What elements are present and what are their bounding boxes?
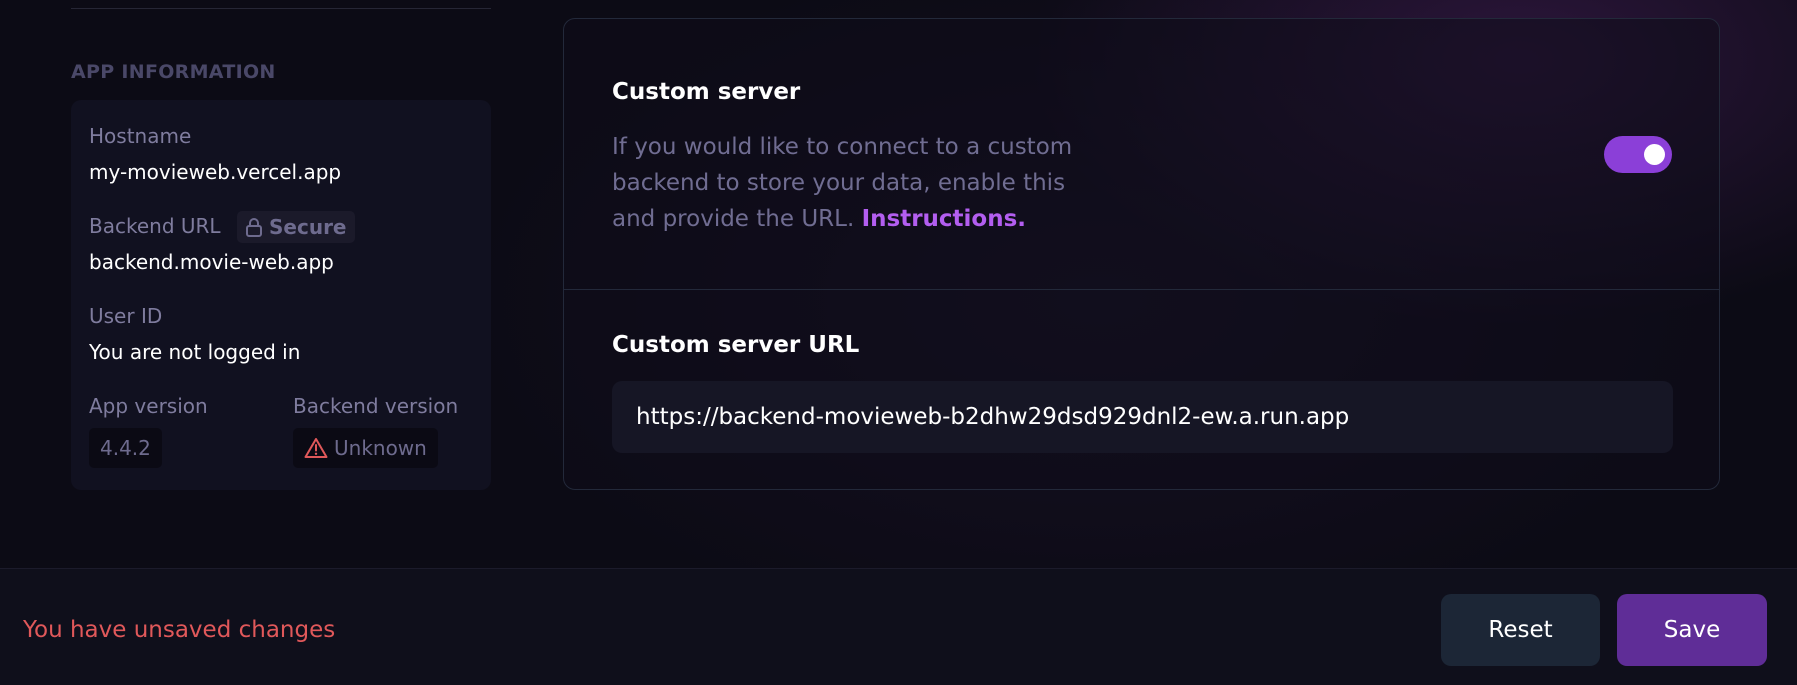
instructions-link[interactable]: Instructions. xyxy=(862,206,1026,232)
backend-url-label: Backend URL xyxy=(89,214,221,238)
reset-button[interactable]: Reset xyxy=(1441,594,1600,666)
backend-url-value: backend.movie-web.app xyxy=(89,250,334,274)
app-version-label: App version xyxy=(89,394,208,418)
app-information-card: Hostname my-movieweb.vercel.app Backend … xyxy=(71,100,491,490)
hostname-value: my-movieweb.vercel.app xyxy=(89,160,342,184)
lock-icon xyxy=(245,217,263,237)
user-id-value: You are not logged in xyxy=(89,340,301,364)
secure-badge: Secure xyxy=(237,211,355,243)
settings-page: APP INFORMATION Hostname my-movieweb.ver… xyxy=(0,0,1797,685)
unsaved-changes-bar: You have unsaved changes Reset Save xyxy=(0,568,1797,685)
card-divider xyxy=(564,289,1719,290)
app-information-heading: APP INFORMATION xyxy=(71,61,276,83)
app-version-value: 4.4.2 xyxy=(100,436,151,460)
warning-icon xyxy=(304,437,328,459)
backend-version-value: Unknown xyxy=(334,436,427,460)
custom-server-title: Custom server xyxy=(612,79,801,105)
custom-server-url-input[interactable] xyxy=(612,381,1673,453)
custom-server-card: Custom server If you would like to conne… xyxy=(563,18,1720,490)
save-button[interactable]: Save xyxy=(1617,594,1767,666)
toggle-knob xyxy=(1644,144,1665,165)
custom-server-toggle[interactable] xyxy=(1604,136,1672,173)
section-divider xyxy=(71,8,491,9)
user-id-label: User ID xyxy=(89,304,163,328)
backend-version-label: Backend version xyxy=(293,394,459,418)
secure-badge-label: Secure xyxy=(269,215,347,239)
custom-server-description: If you would like to connect to a custom… xyxy=(612,129,1102,237)
app-version-chip: 4.4.2 xyxy=(89,428,162,468)
unsaved-changes-message: You have unsaved changes xyxy=(23,617,336,643)
hostname-label: Hostname xyxy=(89,124,192,148)
backend-version-chip: Unknown xyxy=(293,428,438,468)
custom-server-url-title: Custom server URL xyxy=(612,332,860,358)
